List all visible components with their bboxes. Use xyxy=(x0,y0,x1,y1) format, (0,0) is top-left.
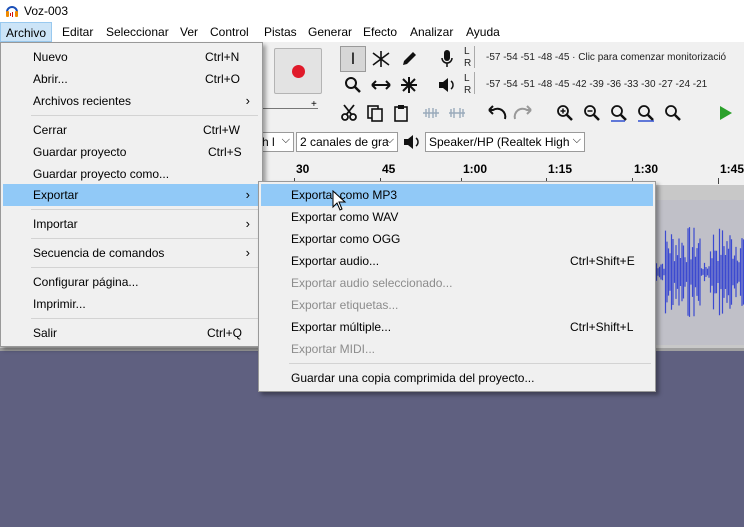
menu-bar: Archivo Editar Seleccionar Ver Control P… xyxy=(0,22,744,42)
menu-item-secuencia-de-comandos[interactable]: Secuencia de comandos › xyxy=(3,242,260,264)
zoom-out-icon[interactable] xyxy=(579,100,605,126)
cut-icon[interactable] xyxy=(336,100,362,126)
menu-seleccionar[interactable]: Seleccionar xyxy=(106,25,169,39)
paste-icon[interactable] xyxy=(388,100,414,126)
selection-tool-icon[interactable]: I xyxy=(340,46,366,72)
zoom-in-icon[interactable] xyxy=(552,100,578,126)
undo-icon[interactable] xyxy=(484,100,510,126)
zoom-tool-icon[interactable] xyxy=(340,72,366,98)
ruler-tick-label: 30 xyxy=(296,162,310,176)
menu-archivo[interactable]: Archivo xyxy=(0,22,53,42)
ruler-tick-label: 1:30 xyxy=(634,162,659,176)
copy-icon[interactable] xyxy=(362,100,388,126)
menu-efecto[interactable]: Efecto xyxy=(363,25,397,39)
redo-icon[interactable] xyxy=(510,100,536,126)
trim-icon[interactable] xyxy=(418,100,444,126)
window-title: Voz-003 xyxy=(24,4,69,18)
waveform xyxy=(654,227,744,317)
meter-channel-l: L xyxy=(464,46,470,57)
menu-item-abrir[interactable]: Abrir... Ctrl+O xyxy=(3,68,260,90)
fit-project-icon[interactable] xyxy=(633,100,659,126)
record-button[interactable] xyxy=(274,48,322,94)
ruler-tick-label: 1:00 xyxy=(463,162,488,176)
chevron-down-icon: ⌵ xyxy=(281,134,290,146)
draw-tool-icon[interactable] xyxy=(396,46,422,72)
menu-ayuda[interactable]: Ayuda xyxy=(466,25,500,39)
menu-item-exportar-midi: Exportar MIDI... xyxy=(291,342,376,356)
chevron-down-icon: ⌵ xyxy=(385,134,394,146)
menu-item-importar[interactable]: Importar › xyxy=(3,213,260,235)
menu-item-exportar[interactable]: Exportar › xyxy=(3,184,260,206)
menu-item-cerrar[interactable]: Cerrar Ctrl+W xyxy=(3,119,260,141)
menu-item-guardar-proyecto-como[interactable]: Guardar proyecto como... xyxy=(3,163,260,185)
archivo-menu: Nuevo Ctrl+N Abrir... Ctrl+O Archivos re… xyxy=(0,42,263,347)
mouse-cursor-icon xyxy=(332,190,347,211)
menu-item-configurar-pagina[interactable]: Configurar página... xyxy=(3,271,260,293)
menu-item-exportar-ogg[interactable]: Exportar como OGG xyxy=(261,228,653,250)
recording-channels-select[interactable]: 2 canales de gra ⌵ xyxy=(296,132,398,152)
menu-generar[interactable]: Generar xyxy=(308,25,352,39)
menu-item-guardar-copia-comprimida[interactable]: Guardar una copia comprimida del proyect… xyxy=(261,367,653,389)
menu-item-exportar-wav[interactable]: Exportar como WAV xyxy=(261,206,653,228)
record-icon xyxy=(292,65,305,78)
menu-item-exportar-mp3[interactable]: Exportar como MP3 xyxy=(261,184,653,206)
chevron-right-icon: › xyxy=(245,245,250,260)
meter-channel-r: R xyxy=(464,58,472,69)
envelope-tool-icon[interactable] xyxy=(368,46,394,72)
menu-item-nuevo[interactable]: Nuevo Ctrl+N xyxy=(3,46,260,68)
menu-control[interactable]: Control xyxy=(210,25,249,39)
menu-item-exportar-audio-seleccionado: Exportar audio seleccionado... xyxy=(291,276,453,290)
audio-track[interactable] xyxy=(654,200,744,345)
time-shift-tool-icon[interactable] xyxy=(368,72,394,98)
volume-slider[interactable] xyxy=(262,108,318,109)
playback-device-select[interactable]: Speaker/HP (Realtek High ⌵ xyxy=(425,132,585,152)
menu-ver[interactable]: Ver xyxy=(180,25,198,39)
chevron-down-icon: ⌵ xyxy=(572,134,581,146)
menu-pistas[interactable]: Pistas xyxy=(264,25,297,39)
menu-item-exportar-etiquetas: Exportar etiquetas... xyxy=(291,298,399,312)
recording-meter[interactable]: -57 -54 -51 -48 -45 · Clic para comenzar… xyxy=(486,52,726,63)
exportar-submenu: Exportar como MP3 Exportar como WAV Expo… xyxy=(258,181,656,392)
menu-item-archivos-recientes[interactable]: Archivos recientes › xyxy=(3,90,260,112)
meter-channel-r: R xyxy=(464,85,472,96)
ruler-tick-label: 1:15 xyxy=(548,162,573,176)
fit-selection-icon[interactable] xyxy=(606,100,632,126)
slider-plus-icon: + xyxy=(311,99,317,110)
title-bar: Voz-003 xyxy=(0,0,744,22)
ruler-tick-label: 1:45 xyxy=(720,162,744,176)
audio-host-select[interactable]: h l ⌵ xyxy=(258,132,294,152)
speaker-icon[interactable] xyxy=(434,72,460,98)
menu-editar[interactable]: Editar xyxy=(62,25,93,39)
multi-tool-icon[interactable] xyxy=(396,72,422,98)
silence-icon[interactable] xyxy=(444,100,470,126)
menu-item-guardar-proyecto[interactable]: Guardar proyecto Ctrl+S xyxy=(3,141,260,163)
chevron-right-icon: › xyxy=(245,216,250,231)
output-speaker-icon xyxy=(400,129,424,155)
meter-channel-l: L xyxy=(464,73,470,84)
menu-analizar[interactable]: Analizar xyxy=(410,25,453,39)
ruler-tick-label: 45 xyxy=(382,162,396,176)
audacity-logo-icon xyxy=(6,6,18,17)
play-icon[interactable] xyxy=(712,100,738,126)
microphone-icon[interactable] xyxy=(434,46,460,72)
zoom-toggle-icon[interactable] xyxy=(660,100,686,126)
chevron-right-icon: › xyxy=(245,93,250,108)
menu-item-imprimir[interactable]: Imprimir... xyxy=(3,293,260,315)
menu-item-salir[interactable]: Salir Ctrl+Q xyxy=(3,322,260,344)
chevron-right-icon: › xyxy=(245,187,250,202)
menu-item-exportar-multiple[interactable]: Exportar múltiple... Ctrl+Shift+L xyxy=(261,316,653,338)
playback-meter[interactable]: -57 -54 -51 -48 -45 -42 -39 -36 -33 -30 … xyxy=(486,79,707,90)
menu-item-exportar-audio[interactable]: Exportar audio... Ctrl+Shift+E xyxy=(261,250,653,272)
